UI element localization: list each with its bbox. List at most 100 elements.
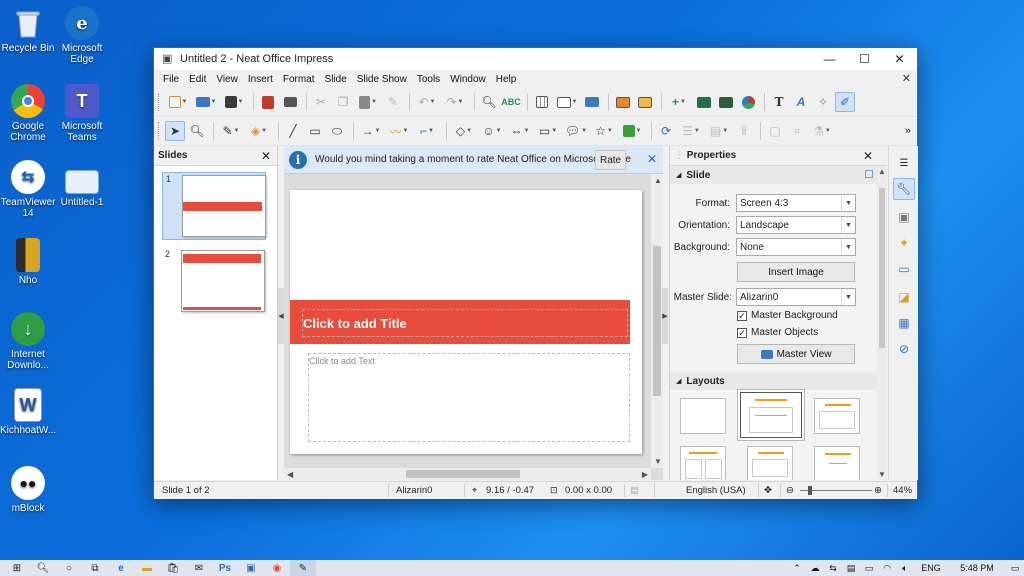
scroll-up-icon[interactable]: ▲ bbox=[878, 167, 886, 176]
rotate-icon[interactable]: ⟳ bbox=[656, 121, 676, 141]
file-explorer-icon[interactable]: ▬ bbox=[134, 560, 160, 576]
scroll-down-icon[interactable]: ▼ bbox=[878, 470, 886, 479]
print-icon[interactable] bbox=[280, 92, 300, 112]
title-bar[interactable]: ▣ Untitled 2 - Neat Office Impress — ☐ ✕ bbox=[154, 48, 917, 70]
master-slide-select[interactable]: Alizarin0 ▼ bbox=[736, 288, 856, 306]
slide-section-header[interactable]: ◢ Slide bbox=[670, 166, 887, 184]
mail-icon[interactable]: ✉ bbox=[186, 560, 212, 576]
close-button[interactable]: ✕ bbox=[882, 48, 917, 70]
master-background-checkbox[interactable]: ✓ Master Background bbox=[737, 310, 838, 321]
edge-taskbar-icon[interactable]: e bbox=[108, 560, 134, 576]
collapse-sidebar-handle[interactable]: ▶ bbox=[662, 288, 668, 344]
master-view-button[interactable]: Master View bbox=[737, 344, 855, 364]
scroll-up-icon[interactable]: ▲ bbox=[654, 176, 662, 185]
export-pdf-icon[interactable] bbox=[258, 92, 278, 112]
crop-icon[interactable]: ⌗ bbox=[787, 121, 807, 141]
cortana-icon[interactable]: ○ bbox=[56, 560, 82, 576]
ellipse-icon[interactable]: ⬭ bbox=[327, 121, 347, 141]
layouts-section-header[interactable]: ◢ Layouts bbox=[670, 372, 878, 390]
desktop-icon-word[interactable]: W KichhoatW... bbox=[0, 388, 56, 436]
maximize-button[interactable]: ☐ bbox=[847, 48, 882, 70]
task-view-icon[interactable]: ⧉ bbox=[82, 560, 108, 576]
insert-media-icon[interactable]: ✧ bbox=[813, 92, 833, 112]
scrollbar-thumb[interactable] bbox=[653, 246, 661, 396]
zoom-slider[interactable] bbox=[800, 486, 872, 495]
printer-icon[interactable]: ▤ bbox=[842, 563, 860, 574]
basic-shapes-dropdown-icon[interactable]: ◇ ▼ bbox=[451, 121, 477, 141]
stars-icon[interactable]: ☆ ▼ bbox=[591, 121, 617, 141]
master-slide-icon[interactable] bbox=[582, 92, 602, 112]
orientation-select[interactable]: Landscape ▼ bbox=[736, 216, 856, 234]
clone-formatting-icon[interactable]: ✎ bbox=[383, 92, 403, 112]
toolbar-handle[interactable] bbox=[158, 93, 161, 111]
menu-window[interactable]: Window bbox=[445, 74, 491, 85]
menu-slide-show[interactable]: Slide Show bbox=[352, 74, 412, 85]
text-placeholder[interactable]: Click to add Text bbox=[308, 353, 630, 442]
distribute-icon[interactable]: ⫴ bbox=[734, 121, 754, 141]
app-taskbar-icon[interactable]: ▣ bbox=[238, 560, 264, 576]
volume-icon[interactable]: 🔈︎ bbox=[896, 563, 914, 574]
desktop-icon-untitled[interactable]: Untitled-1 bbox=[54, 170, 110, 208]
connectors-icon[interactable]: ⌐ ▼ bbox=[414, 121, 440, 141]
insert-image-button[interactable]: Insert Image bbox=[737, 262, 855, 282]
gallery-tab-icon[interactable]: ▦ bbox=[893, 312, 915, 334]
desktop-icon-edge[interactable]: e Microsoft Edge bbox=[54, 6, 110, 65]
line-icon[interactable]: ╱ bbox=[283, 121, 303, 141]
animation-tab-icon[interactable]: ✦ bbox=[893, 232, 915, 254]
zoom-level-status[interactable]: 44% bbox=[893, 485, 912, 496]
spelling-icon[interactable]: ABC bbox=[501, 92, 521, 112]
background-select[interactable]: None ▼ bbox=[736, 238, 856, 256]
new-icon[interactable]: ▼ bbox=[165, 92, 191, 112]
slide-transition-tab-icon[interactable]: ▣ bbox=[893, 206, 915, 228]
styles-tab-icon[interactable]: ◪ bbox=[893, 286, 915, 308]
fit-slide-icon[interactable]: ✥ bbox=[764, 485, 772, 496]
zoom-icon[interactable]: 🔍︎ bbox=[187, 121, 207, 141]
scrollbar-thumb[interactable] bbox=[406, 470, 520, 478]
horizontal-scrollbar[interactable]: ◀ ▶ bbox=[284, 468, 651, 480]
zoom-in-icon[interactable]: ⊕ bbox=[874, 485, 882, 496]
menu-edit[interactable]: Edit bbox=[184, 74, 211, 85]
layout-title-content[interactable] bbox=[738, 390, 804, 440]
flowchart-icon[interactable]: ▭ ▼ bbox=[535, 121, 561, 141]
desktop-icon-teamviewer[interactable]: ⇆ TeamViewer 14 bbox=[0, 160, 56, 219]
battery-icon[interactable]: ▭ bbox=[860, 563, 878, 574]
undo-icon[interactable]: ↶ ▼ bbox=[414, 92, 440, 112]
redo-icon[interactable]: ↷ ▼ bbox=[442, 92, 468, 112]
photoshop-icon[interactable]: Ps bbox=[212, 560, 238, 576]
close-slides-pane-icon[interactable]: ✕ bbox=[261, 149, 271, 163]
line-color-icon[interactable]: ✎ ▼ bbox=[218, 121, 244, 141]
master-slides-tab-icon[interactable]: ▭ bbox=[893, 258, 915, 280]
menu-insert[interactable]: Insert bbox=[243, 74, 278, 85]
properties-scrollbar[interactable]: ▲ ▼ bbox=[877, 166, 887, 480]
start-from-current-icon[interactable] bbox=[635, 92, 655, 112]
zoom-slider-handle[interactable] bbox=[808, 486, 812, 495]
lines-arrows-icon[interactable]: → ▼ bbox=[358, 121, 384, 141]
slide-thumbnail-2[interactable]: 2 bbox=[162, 248, 266, 316]
callouts-icon[interactable]: 💬︎ ▼ bbox=[563, 121, 589, 141]
start-from-first-icon[interactable] bbox=[613, 92, 633, 112]
desktop-icon-mblock[interactable]: ●● mBlock bbox=[0, 466, 56, 514]
fontwork-icon[interactable]: A bbox=[791, 92, 811, 112]
shadow-icon[interactable]: ▢ bbox=[765, 121, 785, 141]
rate-button[interactable]: Rate bbox=[595, 150, 627, 170]
search-icon[interactable]: 🔍︎ bbox=[30, 560, 56, 576]
layout-centered-text[interactable] bbox=[814, 446, 860, 480]
block-arrows-icon[interactable]: ⇔ ▼ bbox=[507, 121, 533, 141]
layout-title-only[interactable] bbox=[814, 398, 860, 434]
language-status[interactable]: English (USA) bbox=[686, 485, 746, 496]
copy-icon[interactable]: ❐ bbox=[333, 92, 353, 112]
basic-shapes-icon[interactable]: ✐ bbox=[835, 92, 855, 112]
slide-canvas[interactable]: Click to add Title Click to add Text bbox=[290, 190, 642, 454]
properties-tab-icon[interactable]: 🔧︎ bbox=[893, 178, 915, 200]
close-infobar-icon[interactable]: ✕ bbox=[647, 152, 657, 166]
close-properties-icon[interactable]: ✕ bbox=[863, 149, 873, 163]
zoom-out-icon[interactable]: ⊖ bbox=[786, 485, 794, 496]
menu-slide[interactable]: Slide bbox=[320, 74, 352, 85]
find-replace-icon[interactable]: 🔍︎ bbox=[479, 92, 499, 112]
desktop-icon-chrome[interactable]: Google Chrome bbox=[0, 84, 56, 143]
scroll-left-icon[interactable]: ◀ bbox=[287, 470, 293, 479]
format-select[interactable]: Screen 4:3 ▼ bbox=[736, 194, 856, 212]
menu-tools[interactable]: Tools bbox=[412, 74, 445, 85]
wifi-icon[interactable]: ◠ bbox=[878, 563, 896, 574]
desktop-icon-teams[interactable]: T Microsoft Teams bbox=[54, 84, 110, 143]
